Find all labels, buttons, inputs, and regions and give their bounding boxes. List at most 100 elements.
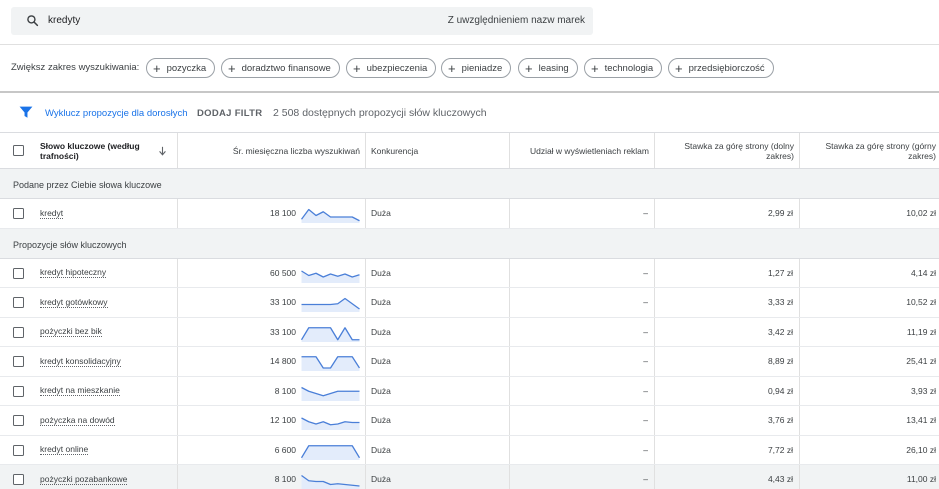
row-checkbox[interactable] — [13, 267, 24, 279]
competition-cell: Duża — [371, 385, 391, 396]
column-bid-high[interactable]: Stawka za górę strony (górny zakres) — [800, 133, 936, 169]
search-bar[interactable]: kredyty Z uwzględnieniem nazw marek — [11, 7, 593, 35]
table-row[interactable]: pożyczki bez bik 33 100 Duża – 3,42 zł 1… — [0, 317, 939, 347]
trend-sparkline — [301, 297, 360, 312]
bid-high-cell: 10,52 zł — [906, 297, 936, 308]
chip-technologia[interactable]: + technologia — [584, 58, 663, 78]
plus-icon: + — [353, 60, 361, 76]
sparkline-area — [301, 356, 360, 371]
row-checkbox[interactable] — [13, 297, 24, 308]
plus-icon: + — [591, 60, 599, 76]
searches-cell: 33 100 — [270, 326, 296, 337]
table-row[interactable]: pożyczki pozabankowe 8 100 Duża – 4,43 z… — [0, 465, 939, 489]
search-query[interactable]: kredyty — [48, 15, 80, 26]
share-cell: – — [643, 326, 648, 337]
share-cell: – — [643, 385, 648, 396]
plus-icon: + — [448, 60, 456, 76]
row-checkbox[interactable] — [13, 326, 24, 338]
searches-cell: 14 800 — [270, 356, 296, 367]
table-row[interactable]: kredyt online 6 600 Duża – 7,72 zł 26,10… — [0, 435, 939, 465]
chip-ubezpieczenia[interactable]: + ubezpieczenia — [346, 58, 437, 78]
share-cell: – — [643, 208, 648, 219]
column-bid-low[interactable]: Stawka za górę strony (dolny zakres) — [655, 133, 794, 169]
trend-sparkline — [301, 417, 360, 430]
searches-cell: 60 500 — [270, 267, 296, 278]
table-row[interactable]: pożyczka na dowód 12 100 Duża – 3,76 zł … — [0, 406, 939, 436]
chip-pieniadze[interactable]: + pieniadze — [441, 58, 512, 78]
select-all-checkbox[interactable] — [13, 145, 24, 156]
chip-przedsiebiorczosc[interactable]: + przedsiębiorczość — [668, 58, 774, 78]
row-checkbox[interactable] — [13, 208, 24, 219]
chip-leasing[interactable]: + leasing — [518, 58, 578, 78]
bid-low-cell: 4,43 zł — [767, 474, 793, 485]
competition-cell: Duża — [371, 415, 391, 426]
exclude-adult-filter[interactable]: Wyklucz propozycje dla dorosłych — [45, 108, 187, 119]
trend-sparkline — [301, 386, 360, 401]
chip-doradztwo-finansowe[interactable]: + doradztwo finansowe — [221, 58, 340, 78]
bid-high-cell: 25,41 zł — [906, 356, 936, 367]
share-cell: – — [643, 444, 648, 455]
column-competition[interactable]: Konkurencja — [371, 133, 501, 169]
searches-cell: 33 100 — [270, 297, 296, 308]
bid-high-cell: 13,41 zł — [906, 415, 936, 426]
plus-icon: + — [525, 60, 533, 76]
share-cell: – — [643, 267, 648, 278]
brand-names-toggle[interactable]: Z uwzględnieniem nazw marek — [448, 15, 585, 26]
keyword-cell: pożyczka na dowód — [40, 414, 115, 426]
keyword-cell: kredyt hipoteczny — [40, 267, 107, 279]
trend-sparkline — [301, 269, 360, 283]
searches-cell: 8 100 — [274, 385, 296, 396]
keyword-table: Słowo kluczowe (według trafności) Śr. mi… — [0, 133, 939, 489]
trend-sparkline — [301, 474, 360, 489]
share-cell: – — [643, 297, 648, 308]
bid-low-cell: 3,42 zł — [767, 326, 793, 337]
bid-low-cell: 7,72 zł — [767, 444, 793, 455]
bid-low-cell: 3,33 zł — [767, 297, 793, 308]
keyword-cell: kredyt na mieszkanie — [40, 385, 120, 397]
trend-sparkline — [301, 356, 360, 371]
divider — [0, 91, 939, 93]
column-impression-share[interactable]: Udział w wyświetleniach reklam — [510, 133, 649, 169]
table-row[interactable]: kredyt gotówkowy 33 100 Duża – 3,33 zł 1… — [0, 288, 939, 318]
share-cell: – — [643, 415, 648, 426]
sparkline-area — [301, 475, 360, 489]
sparkline-area — [301, 298, 360, 312]
searches-cell: 6 600 — [274, 444, 296, 455]
keyword-cell: pożyczki bez bik — [40, 326, 102, 338]
row-checkbox[interactable] — [13, 356, 24, 367]
row-checkbox[interactable] — [13, 444, 24, 456]
keyword-cell: pożyczki pozabankowe — [40, 473, 128, 485]
trend-sparkline — [301, 326, 360, 342]
table-row[interactable]: kredyt 18 100 Duża – 2,99 zł 10,02 zł — [0, 199, 939, 229]
add-filter-button[interactable]: DODAJ FILTR — [197, 108, 262, 119]
expand-search-label: Zwiększ zakres wyszukiwania: — [11, 62, 140, 73]
row-checkbox[interactable] — [13, 385, 24, 397]
chip-pozyczka[interactable]: + pozyczka — [146, 58, 216, 78]
bid-high-cell: 11,00 zł — [906, 474, 936, 485]
competition-cell: Duża — [371, 267, 391, 278]
sort-arrow-icon[interactable] — [158, 146, 167, 156]
share-cell: – — [643, 474, 648, 485]
competition-cell: Duża — [371, 474, 391, 485]
trend-sparkline — [301, 444, 360, 460]
table-row[interactable]: kredyt na mieszkanie 8 100 Duża – 0,94 z… — [0, 376, 939, 406]
bid-low-cell: 1,27 zł — [767, 267, 793, 278]
bid-low-cell: 8,89 zł — [767, 356, 793, 367]
column-keyword[interactable]: Słowo kluczowe (według trafności) — [40, 133, 160, 169]
search-icon — [27, 15, 39, 27]
sparkline-area — [301, 327, 360, 342]
bid-high-cell: 11,19 zł — [906, 326, 936, 337]
bid-high-cell: 3,93 zł — [910, 385, 936, 396]
row-checkbox[interactable] — [13, 474, 24, 485]
keyword-cell: kredyt gotówkowy — [40, 296, 108, 308]
column-avg-searches[interactable]: Śr. miesięczna liczba wyszukiwań — [178, 133, 360, 169]
filter-icon[interactable] — [19, 106, 33, 119]
row-checkbox[interactable] — [13, 415, 24, 426]
table-row[interactable]: kredyt hipoteczny 60 500 Duża – 1,27 zł … — [0, 258, 939, 288]
bid-low-cell: 2,99 zł — [767, 208, 793, 219]
table-row[interactable]: kredyt konsolidacyjny 14 800 Duża – 8,89… — [0, 347, 939, 377]
sparkline-area — [301, 387, 360, 401]
bid-low-cell: 0,94 zł — [767, 385, 793, 396]
plus-icon: + — [675, 60, 683, 76]
keyword-cell: kredyt — [40, 207, 64, 219]
